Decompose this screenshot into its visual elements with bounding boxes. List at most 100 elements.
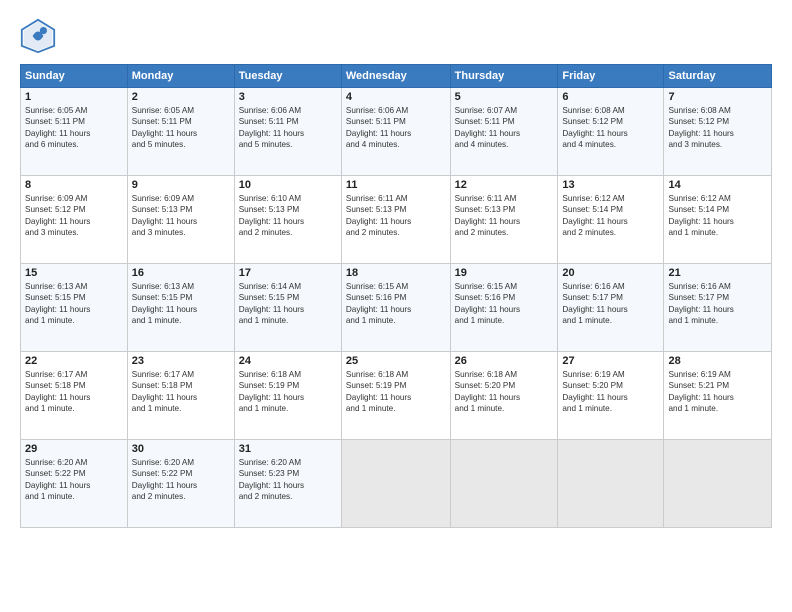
- page: SundayMondayTuesdayWednesdayThursdayFrid…: [0, 0, 792, 612]
- day-info: Sunrise: 6:14 AMSunset: 5:15 PMDaylight:…: [239, 281, 337, 327]
- day-number: 20: [562, 267, 659, 279]
- calendar-cell: 21 Sunrise: 6:16 AMSunset: 5:17 PMDayligh…: [664, 264, 772, 352]
- day-number: 23: [132, 355, 230, 367]
- day-info: Sunrise: 6:18 AMSunset: 5:19 PMDaylight:…: [239, 369, 337, 415]
- day-info: Sunrise: 6:15 AMSunset: 5:16 PMDaylight:…: [346, 281, 446, 327]
- calendar-cell: 25Sunrise: 6:18 AMSunset: 5:19 PMDayligh…: [341, 352, 450, 440]
- calendar-cell: 24 Sunrise: 6:18 AMSunset: 5:19 PMDayligh…: [234, 352, 341, 440]
- calendar-cell: 13 Sunrise: 6:12 AMSunset: 5:14 PMDayligh…: [558, 176, 664, 264]
- header: [20, 18, 772, 54]
- day-info: Sunrise: 6:19 AMSunset: 5:20 PMDaylight:…: [562, 369, 659, 415]
- day-info: Sunrise: 6:10 AMSunset: 5:13 PMDaylight:…: [239, 193, 337, 239]
- calendar-header-saturday: Saturday: [664, 65, 772, 88]
- calendar-cell: 10 Sunrise: 6:10 AMSunset: 5:13 PMDayligh…: [234, 176, 341, 264]
- calendar-cell: 1 Sunrise: 6:05 AMSunset: 5:11 PMDaylight…: [21, 88, 128, 176]
- calendar-cell: 20Sunrise: 6:16 AMSunset: 5:17 PMDayligh…: [558, 264, 664, 352]
- calendar-cell: 11Sunrise: 6:11 AMSunset: 5:13 PMDayligh…: [341, 176, 450, 264]
- day-number: 27: [562, 355, 659, 367]
- calendar-week-2: 8 Sunrise: 6:09 AMSunset: 5:12 PMDaylight…: [21, 176, 772, 264]
- calendar-cell: 18 Sunrise: 6:15 AMSunset: 5:16 PMDayligh…: [341, 264, 450, 352]
- calendar-cell: 16 Sunrise: 6:13 AMSunset: 5:15 PMDayligh…: [127, 264, 234, 352]
- day-info: Sunrise: 6:19 AMSunset: 5:21 PMDaylight:…: [668, 369, 767, 415]
- day-number: 17: [239, 267, 337, 279]
- calendar-week-3: 15 Sunrise: 6:13 AMSunset: 5:15 PMDayligh…: [21, 264, 772, 352]
- day-number: 28: [668, 355, 767, 367]
- day-info: Sunrise: 6:18 AMSunset: 5:20 PMDaylight:…: [455, 369, 554, 415]
- day-info: Sunrise: 6:12 AMSunset: 5:14 PMDaylight:…: [562, 193, 659, 239]
- calendar-cell: 17 Sunrise: 6:14 AMSunset: 5:15 PMDayligh…: [234, 264, 341, 352]
- calendar-cell: [450, 440, 558, 528]
- day-number: 2: [132, 91, 230, 103]
- day-info: Sunrise: 6:13 AMSunset: 5:15 PMDaylight:…: [25, 281, 123, 327]
- calendar-cell: 7 Sunrise: 6:08 AMSunset: 5:12 PMDaylight…: [664, 88, 772, 176]
- calendar-cell: 22Sunrise: 6:17 AMSunset: 5:18 PMDayligh…: [21, 352, 128, 440]
- calendar-cell: [341, 440, 450, 528]
- day-info: Sunrise: 6:08 AMSunset: 5:12 PMDaylight:…: [562, 105, 659, 151]
- day-info: Sunrise: 6:11 AMSunset: 5:13 PMDaylight:…: [346, 193, 446, 239]
- day-number: 19: [455, 267, 554, 279]
- day-number: 10: [239, 179, 337, 191]
- logo-icon: [20, 18, 56, 54]
- day-number: 8: [25, 179, 123, 191]
- day-number: 24: [239, 355, 337, 367]
- calendar-header-thursday: Thursday: [450, 65, 558, 88]
- calendar-cell: 2 Sunrise: 6:05 AMSunset: 5:11 PMDaylight…: [127, 88, 234, 176]
- day-info: Sunrise: 6:12 AMSunset: 5:14 PMDaylight:…: [668, 193, 767, 239]
- day-number: 30: [132, 443, 230, 455]
- day-number: 5: [455, 91, 554, 103]
- day-info: Sunrise: 6:16 AMSunset: 5:17 PMDaylight:…: [668, 281, 767, 327]
- day-info: Sunrise: 6:20 AMSunset: 5:22 PMDaylight:…: [132, 457, 230, 503]
- day-info: Sunrise: 6:11 AMSunset: 5:13 PMDaylight:…: [455, 193, 554, 239]
- day-info: Sunrise: 6:09 AMSunset: 5:13 PMDaylight:…: [132, 193, 230, 239]
- calendar-week-4: 22 Sunrise: 6:17 AMSunset: 5:18 PMDayligh…: [21, 352, 772, 440]
- calendar-header-monday: Monday: [127, 65, 234, 88]
- day-number: 31: [239, 443, 337, 455]
- calendar-cell: [664, 440, 772, 528]
- calendar-cell: 31Sunrise: 6:20 AMSunset: 5:23 PMDayligh…: [234, 440, 341, 528]
- day-info: Sunrise: 6:18 AMSunset: 5:19 PMDaylight:…: [346, 369, 446, 415]
- calendar-cell: 28 Sunrise: 6:19 AMSunset: 5:21 PMDayligh…: [664, 352, 772, 440]
- calendar-cell: 27 Sunrise: 6:19 AMSunset: 5:20 PMDayligh…: [558, 352, 664, 440]
- logo: [20, 18, 62, 54]
- day-number: 9: [132, 179, 230, 191]
- day-number: 22: [25, 355, 123, 367]
- calendar-header-row: SundayMondayTuesdayWednesdayThursdayFrid…: [21, 65, 772, 88]
- calendar-cell: 12Sunrise: 6:11 AMSunset: 5:13 PMDayligh…: [450, 176, 558, 264]
- day-info: Sunrise: 6:13 AMSunset: 5:15 PMDaylight:…: [132, 281, 230, 327]
- calendar-body: 1 Sunrise: 6:05 AMSunset: 5:11 PMDaylight…: [21, 88, 772, 528]
- calendar-cell: [558, 440, 664, 528]
- day-info: Sunrise: 6:06 AMSunset: 5:11 PMDaylight:…: [346, 105, 446, 151]
- day-number: 13: [562, 179, 659, 191]
- calendar-cell: 23 Sunrise: 6:17 AMSunset: 5:18 PMDayligh…: [127, 352, 234, 440]
- calendar-cell: 26Sunrise: 6:18 AMSunset: 5:20 PMDayligh…: [450, 352, 558, 440]
- calendar-cell: 14Sunrise: 6:12 AMSunset: 5:14 PMDayligh…: [664, 176, 772, 264]
- day-info: Sunrise: 6:09 AMSunset: 5:12 PMDaylight:…: [25, 193, 123, 239]
- day-number: 7: [668, 91, 767, 103]
- day-number: 15: [25, 267, 123, 279]
- calendar-cell: 30 Sunrise: 6:20 AMSunset: 5:22 PMDayligh…: [127, 440, 234, 528]
- day-info: Sunrise: 6:05 AMSunset: 5:11 PMDaylight:…: [132, 105, 230, 151]
- calendar-cell: 4 Sunrise: 6:06 AMSunset: 5:11 PMDaylight…: [341, 88, 450, 176]
- day-info: Sunrise: 6:07 AMSunset: 5:11 PMDaylight:…: [455, 105, 554, 151]
- day-number: 16: [132, 267, 230, 279]
- day-info: Sunrise: 6:08 AMSunset: 5:12 PMDaylight:…: [668, 105, 767, 151]
- calendar-cell: 6Sunrise: 6:08 AMSunset: 5:12 PMDaylight…: [558, 88, 664, 176]
- day-info: Sunrise: 6:15 AMSunset: 5:16 PMDaylight:…: [455, 281, 554, 327]
- calendar-cell: 5 Sunrise: 6:07 AMSunset: 5:11 PMDaylight…: [450, 88, 558, 176]
- calendar-cell: 19 Sunrise: 6:15 AMSunset: 5:16 PMDayligh…: [450, 264, 558, 352]
- calendar: SundayMondayTuesdayWednesdayThursdayFrid…: [20, 64, 772, 528]
- calendar-cell: 3Sunrise: 6:06 AMSunset: 5:11 PMDaylight…: [234, 88, 341, 176]
- day-info: Sunrise: 6:20 AMSunset: 5:22 PMDaylight:…: [25, 457, 123, 503]
- day-number: 18: [346, 267, 446, 279]
- day-number: 21: [668, 267, 767, 279]
- calendar-week-5: 29 Sunrise: 6:20 AMSunset: 5:22 PMDayligh…: [21, 440, 772, 528]
- calendar-week-1: 1 Sunrise: 6:05 AMSunset: 5:11 PMDaylight…: [21, 88, 772, 176]
- calendar-header-tuesday: Tuesday: [234, 65, 341, 88]
- day-number: 4: [346, 91, 446, 103]
- day-info: Sunrise: 6:05 AMSunset: 5:11 PMDaylight:…: [25, 105, 123, 151]
- day-number: 29: [25, 443, 123, 455]
- day-info: Sunrise: 6:17 AMSunset: 5:18 PMDaylight:…: [132, 369, 230, 415]
- calendar-header-wednesday: Wednesday: [341, 65, 450, 88]
- day-number: 3: [239, 91, 337, 103]
- day-number: 1: [25, 91, 123, 103]
